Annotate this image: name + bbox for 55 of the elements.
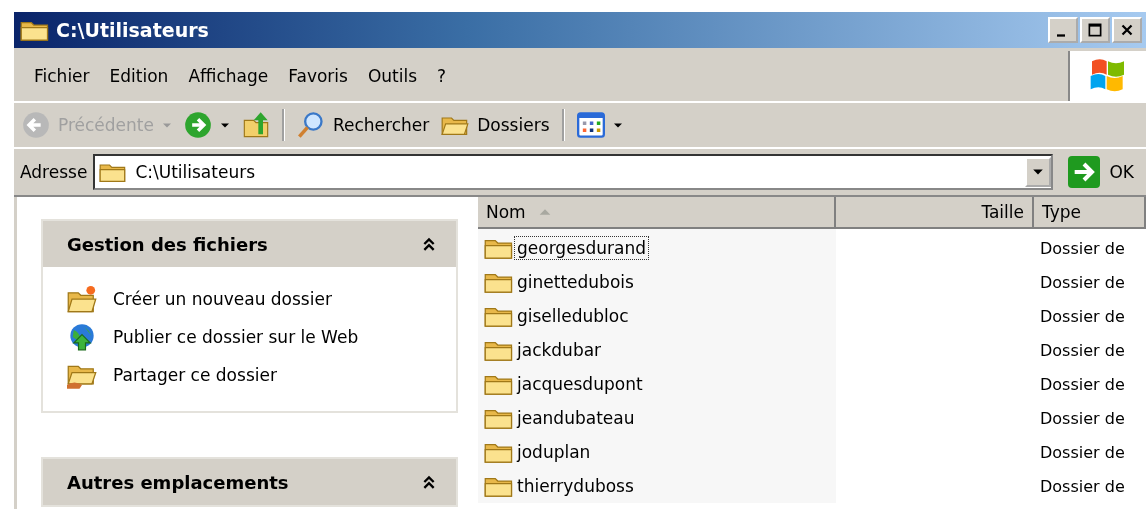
dropdown-arrow-icon [162,121,172,129]
views-grid-icon [576,111,605,139]
dropdown-button[interactable] [1025,157,1052,187]
menu-item[interactable]: Favoris [280,64,356,88]
maximize-button[interactable] [1080,17,1110,43]
new-folder-icon [67,285,97,313]
file-name[interactable]: jacquesdupont [514,372,646,396]
column-header[interactable]: Type [1034,197,1146,227]
file-name[interactable]: georgesdurand [514,236,649,260]
panel-header[interactable]: Gestion des fichiers [43,221,456,267]
dropdown-arrow-icon [220,121,230,129]
minimize-icon [1057,33,1065,37]
file-type: Dossier de [1040,476,1125,496]
task-link[interactable]: Publier ce dossier sur le Web [113,327,359,347]
menu-item[interactable]: Fichier [26,64,98,88]
file-name[interactable]: joduplan [514,440,594,464]
file-type: Dossier de [1040,272,1125,292]
file-name[interactable]: giselledubloc [514,304,632,328]
menu-item[interactable]: Outils [359,64,426,88]
address-label: Adresse [20,162,88,182]
collapse-icon[interactable] [422,475,436,489]
window-title: C:\Utilisateurs [56,19,209,41]
go-button[interactable]: OK [1059,156,1146,188]
dropdown-arrow-icon [612,121,623,129]
address-field[interactable]: C:\Utilisateurs [93,154,1054,190]
file-type: Dossier de [1040,408,1125,428]
file-name[interactable]: jackdubar [514,338,605,362]
minimize-button[interactable] [1048,17,1078,43]
search-button[interactable]: Rechercher [293,109,434,141]
menu-item[interactable]: ? [429,64,455,88]
panel-title: Gestion des fichiers [67,233,268,255]
file-name[interactable]: thierryduboss [514,474,637,498]
file-name[interactable]: jeandubateau [514,406,638,430]
file-type: Dossier de [1040,238,1125,258]
maximize-icon [1086,21,1104,39]
file-type: Dossier de [1040,374,1125,394]
search-icon [297,111,325,139]
menu-item[interactable]: Affichage [180,64,277,88]
panel-title: Autres emplacements [67,471,289,493]
column-header[interactable]: Taille [836,197,1034,227]
globe-upload-icon [67,323,97,351]
file-name[interactable]: ginettedubois [514,270,637,294]
column-header[interactable]: Nom [478,197,836,227]
task-link[interactable]: Partager ce dossier [113,365,277,385]
menu-item[interactable]: Edition [101,64,177,88]
panel-header[interactable]: Autres emplacements [43,459,456,505]
folders-button[interactable]: Dossiers [437,109,554,141]
task-link[interactable]: Créer un nouveau dossier [113,289,332,309]
file-type: Dossier de [1040,340,1125,360]
collapse-icon[interactable] [422,237,436,251]
folder-up-arrow-icon [242,111,270,139]
dropdown-arrow-icon [1032,168,1045,176]
file-type: Dossier de [1040,442,1125,462]
file-type: Dossier de [1040,306,1125,326]
close-button[interactable] [1112,17,1142,43]
